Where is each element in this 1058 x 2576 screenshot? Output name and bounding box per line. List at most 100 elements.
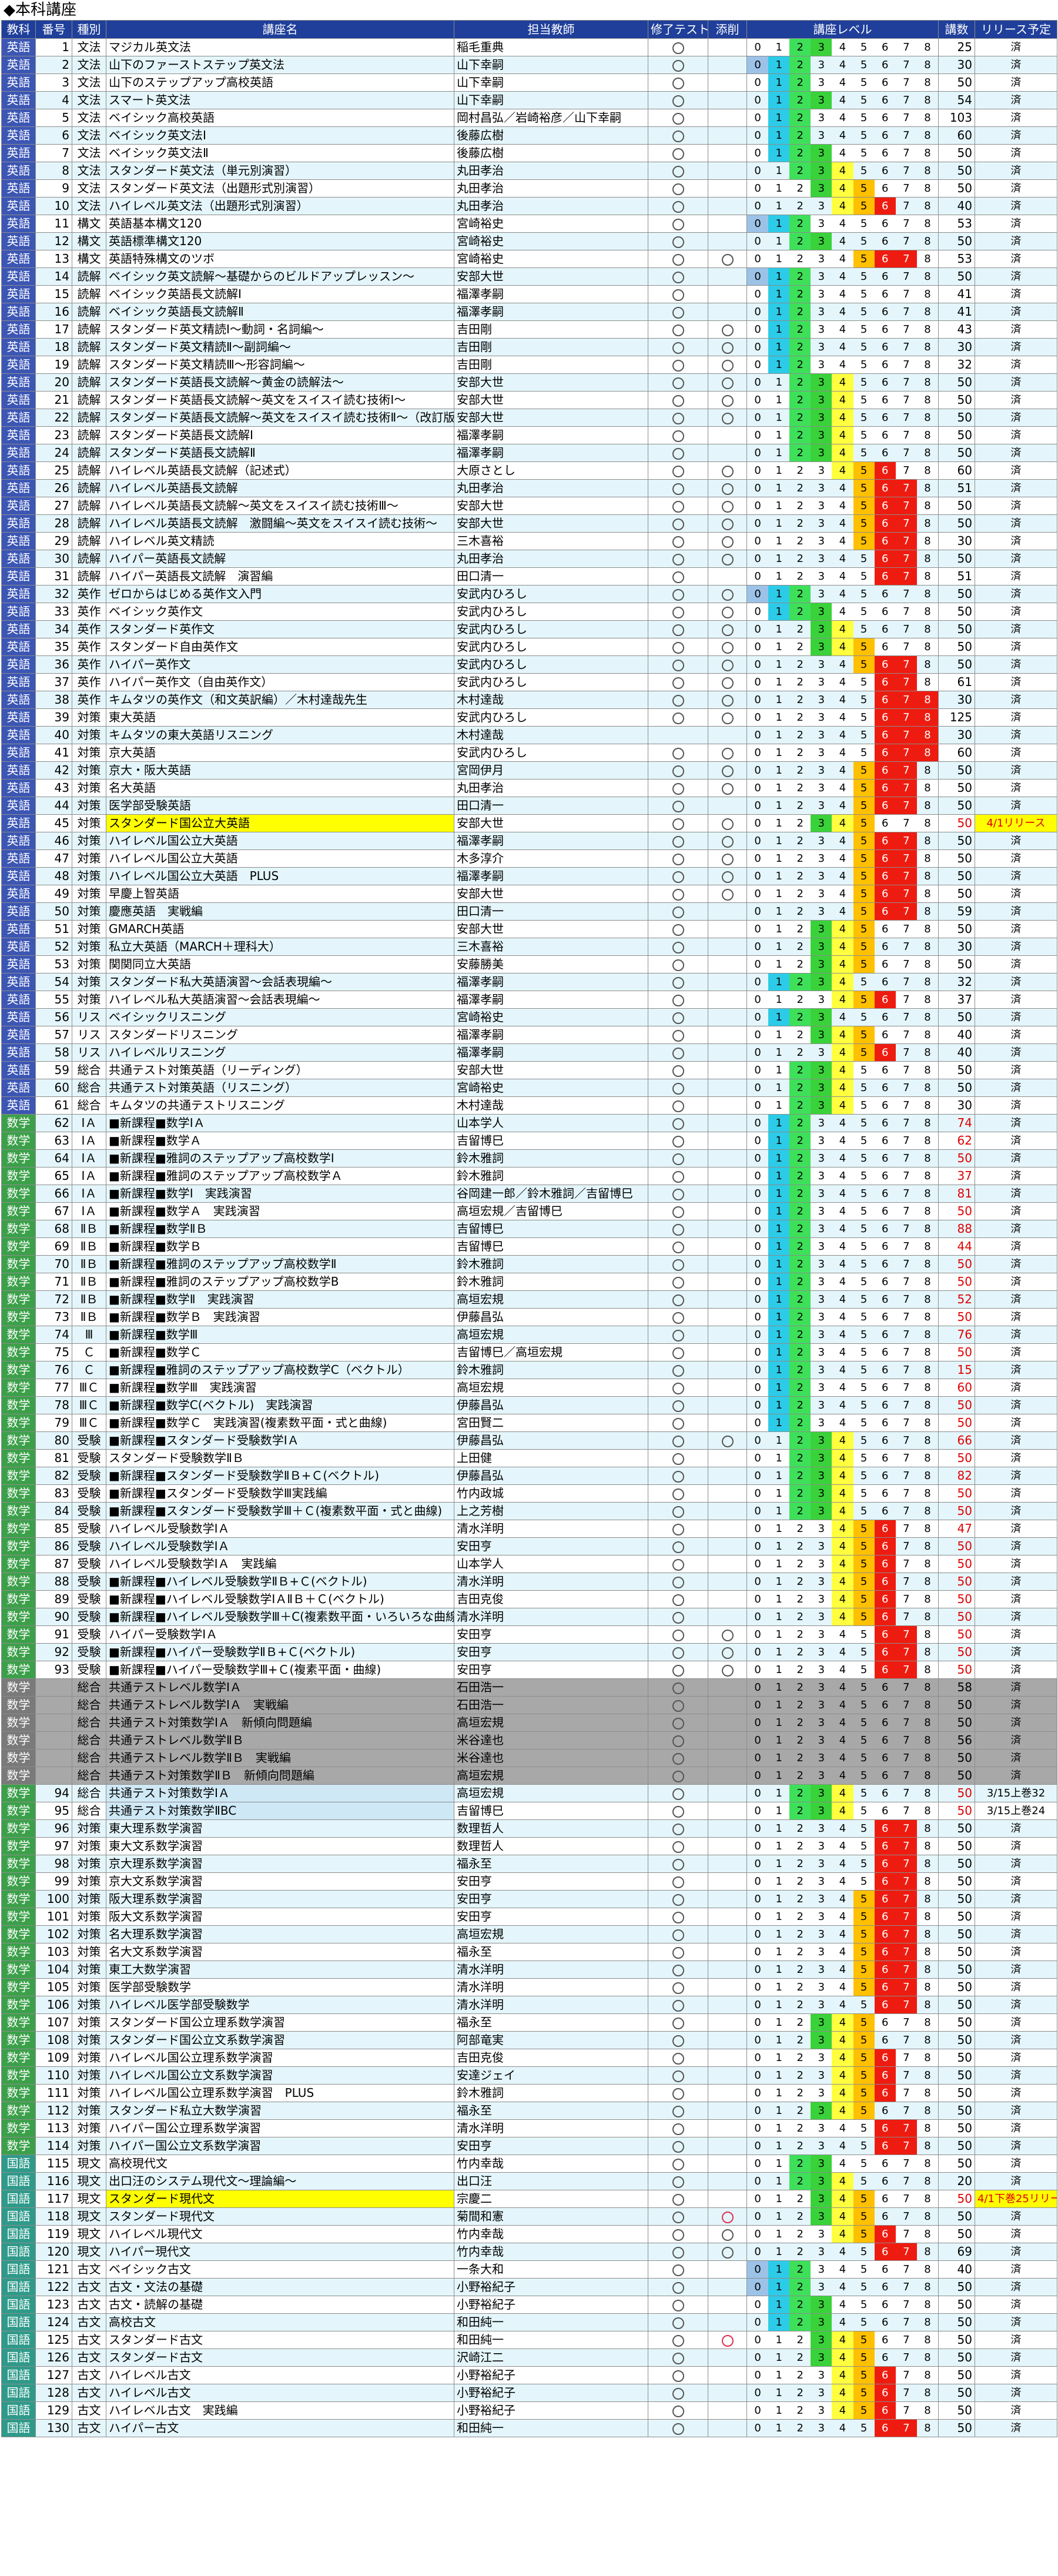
- subject-cell: 数学: [1, 1149, 36, 1167]
- completion-test-cell: [648, 2331, 708, 2349]
- level-3: 3: [811, 2190, 832, 2207]
- release-cell: 済: [975, 2296, 1057, 2314]
- level-6: 6: [874, 1044, 896, 1061]
- course-name-cell: スタンダード現代文: [106, 2207, 454, 2226]
- release-cell: 済: [975, 267, 1057, 286]
- type-cell: 文法: [72, 109, 106, 127]
- course-name-cell: 私立大英語（MARCH＋理科大）: [106, 938, 454, 956]
- level-3: 3: [818, 1840, 825, 1852]
- level-3: 3: [818, 782, 825, 794]
- table-row: 数学 112 対策 スタンダード私立大数学演習 福永至 0 1 2 3 4 5 6 7 8 50 済: [1, 2102, 1057, 2120]
- completion-test-cell: [648, 1661, 708, 1679]
- level-7: 7: [895, 533, 917, 550]
- level-4: 4: [832, 2349, 853, 2366]
- table-row: 数学 72 ⅡＢ ■新課程■数学Ⅱ 実践演習 高垣宏規 0 1 2 3 4 5 6 7 8 52 済: [1, 1290, 1057, 1309]
- level-8: 8: [916, 709, 938, 726]
- course-name-cell: 共通テスト対策英語（リスニング）: [106, 1079, 454, 1097]
- level-3: 3: [818, 2404, 825, 2417]
- number-cell: 124: [35, 2313, 72, 2331]
- level-3: 3: [811, 638, 832, 655]
- level-0: 0: [754, 1046, 761, 1059]
- level-5: 5: [860, 306, 868, 318]
- type-cell: 対策: [72, 2119, 106, 2137]
- table-row: 数学 79 ⅢＣ ■新課程■数学Ｃ 実践演習(複素数平面・式と曲線) 宮田賢二 0 1 2 3 4…: [1, 1414, 1057, 1432]
- lecture-count-cell: 50: [938, 1061, 975, 1079]
- circle-mark-icon: [672, 624, 684, 636]
- lecture-count-cell: 50: [938, 1008, 975, 1026]
- correction-cell: [708, 938, 747, 956]
- level-4: 4: [839, 235, 846, 247]
- number-cell: 20: [35, 373, 72, 392]
- level-8: 8: [924, 1276, 931, 1288]
- release-cell: 済: [975, 2366, 1057, 2384]
- table-row: 英語 3 文法 山下のステップアップ高校英語 山下幸嗣 0 1 2 3 4 5 6 7 8 50 済: [1, 73, 1057, 92]
- level-4: 4: [832, 621, 853, 638]
- course-name-cell: ハイレベル英語長文読解～英文をスイスイ読む技術Ⅲ～: [106, 497, 454, 515]
- level-1: 1: [775, 1928, 782, 1941]
- teacher-cell: 安武内ひろし: [454, 673, 648, 691]
- number-cell: 116: [35, 2172, 72, 2190]
- level-2: 2: [796, 200, 803, 212]
- level-0: 0: [754, 376, 761, 389]
- number-cell: 24: [35, 444, 72, 462]
- level-6: 6: [881, 2281, 889, 2293]
- course-name-cell: ■新課程■ハイパー受験数学Ⅲ+Ｃ(複素平面・曲線): [106, 1661, 454, 1679]
- level-0: 0: [754, 747, 761, 759]
- number-cell: 62: [35, 1114, 72, 1132]
- table-row: 英語 20 読解 スタンダード英語長文読解～黄金の読解法～ 安部大世 0 1 2 3 4 5 6 7 8 5…: [1, 373, 1057, 392]
- level-2: 2: [789, 1097, 811, 1114]
- subject-cell: 国語: [1, 2401, 36, 2420]
- level-5: 5: [860, 711, 868, 724]
- level-8: 8: [924, 1523, 931, 1535]
- completion-test-cell: [648, 1908, 708, 1926]
- number-cell: 11: [35, 215, 72, 233]
- level-8: 8: [924, 1082, 931, 1094]
- level-7: 7: [895, 1626, 917, 1643]
- release-cell: 済: [975, 1255, 1057, 1273]
- level-cell: 012345678: [746, 2401, 939, 2420]
- completion-test-cell: [648, 814, 708, 832]
- type-cell: 対策: [72, 885, 106, 903]
- level-7: 7: [895, 1961, 917, 1978]
- level-5: 5: [860, 1805, 868, 1817]
- teacher-cell: 福澤孝嗣: [454, 832, 648, 850]
- correction-cell: [708, 814, 747, 832]
- level-cell: 012345678: [746, 320, 939, 339]
- completion-test-cell: [648, 1308, 708, 1326]
- level-8: 8: [924, 976, 931, 988]
- teacher-cell: 伊藤昌弘: [454, 1431, 648, 1450]
- level-cell: 012345678: [746, 1855, 939, 1873]
- level-8: 8: [924, 1681, 931, 1694]
- level-3: 3: [818, 1664, 825, 1676]
- level-4: 4: [832, 198, 853, 215]
- level-cell: 012345678: [746, 1467, 939, 1485]
- completion-test-cell: [648, 726, 708, 744]
- subject-cell: 英語: [1, 920, 36, 938]
- level-3: 3: [818, 1769, 825, 1782]
- level-7: 7: [895, 515, 917, 532]
- circle-mark-icon: [672, 1435, 684, 1447]
- completion-test-cell: [648, 109, 708, 127]
- release-cell: 済: [975, 1978, 1057, 1996]
- release-cell: 済: [975, 73, 1057, 92]
- level-6: 6: [874, 656, 896, 673]
- level-0: 0: [754, 870, 761, 882]
- level-6: 6: [874, 2367, 896, 2384]
- course-name-cell: 関関同立大英語: [106, 955, 454, 973]
- number-cell: 101: [35, 1908, 72, 1926]
- correction-cell: [708, 479, 747, 497]
- table-row: 数学 110 対策 ハイレベル国公立文系数学演習 安達ジェイ 0 1 2 3 4 5 6 7 8 50 済: [1, 2066, 1057, 2085]
- number-cell: 118: [35, 2207, 72, 2226]
- level-5: 5: [860, 129, 868, 142]
- circle-mark-icon: [721, 1435, 734, 1447]
- number-cell: 110: [35, 2066, 72, 2085]
- level-7: 7: [895, 1873, 917, 1890]
- number-cell: 50: [35, 902, 72, 921]
- level-1: 1: [775, 2016, 782, 2029]
- number-cell: 31: [35, 567, 72, 586]
- level-0: 0: [754, 570, 761, 583]
- level-4: 4: [839, 500, 846, 512]
- teacher-cell: 岡村昌弘／岩崎裕彦／山下幸嗣: [454, 109, 648, 127]
- level-5: 5: [860, 976, 868, 988]
- level-cell: 012345678: [746, 1061, 939, 1079]
